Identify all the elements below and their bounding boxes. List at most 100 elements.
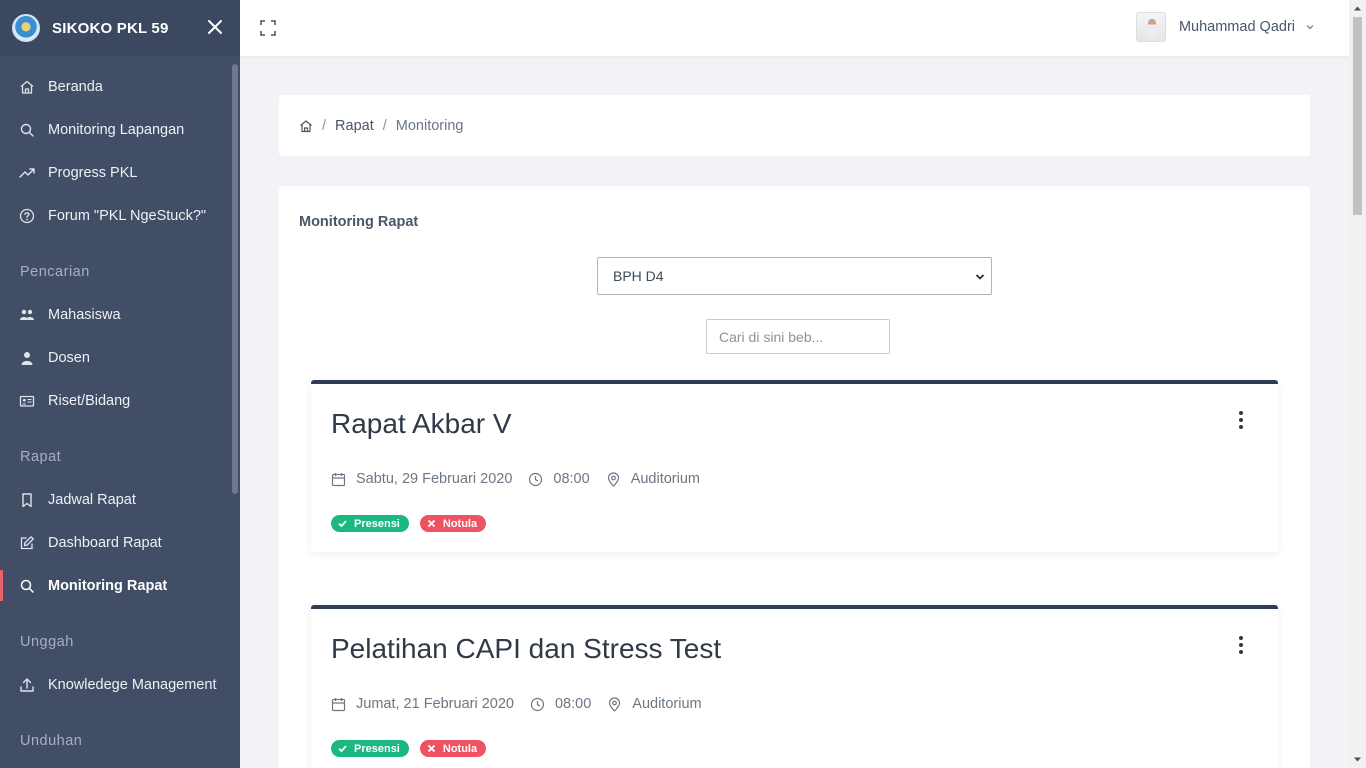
sidebar-section-unggah: Unggah xyxy=(20,633,74,650)
sidebar-item-label: Riset/Bidang xyxy=(48,392,131,409)
sidebar-item-label: Mahasiswa xyxy=(48,306,121,323)
search-input[interactable] xyxy=(706,319,890,354)
presensi-label: Presensi xyxy=(354,742,400,755)
sidebar-nav: Beranda Monitoring Lapangan Progress PKL… xyxy=(0,65,232,762)
sidebar-item-riset-bidang[interactable]: Riset/Bidang xyxy=(0,379,232,422)
notula-label: Notula xyxy=(442,742,478,755)
event-meta: Jumat, 21 Februari 2020 08:00 Auditorium xyxy=(331,696,718,712)
avatar xyxy=(1135,12,1166,42)
breadcrumb-monitoring: Monitoring xyxy=(395,117,464,134)
group-select-value: BPH D4 xyxy=(613,268,664,284)
scrollbar-thumb[interactable] xyxy=(1353,17,1362,215)
more-options-icon[interactable] xyxy=(1236,635,1246,655)
event-place-text: Auditorium xyxy=(630,471,700,487)
sidebar-item-monitoring-rapat[interactable]: Monitoring Rapat xyxy=(0,564,232,607)
location-pin-icon xyxy=(609,696,621,712)
close-sidebar-button[interactable] xyxy=(204,16,226,38)
search-icon xyxy=(18,577,36,595)
fullscreen-button[interactable] xyxy=(259,19,277,37)
event-card: Rapat Akbar V Sabtu, 29 Februari 2020 08… xyxy=(311,380,1278,552)
check-icon xyxy=(338,520,347,528)
chevron-down-icon xyxy=(975,274,985,280)
id-card-icon xyxy=(18,392,36,410)
sidebar-item-label: Knowledege Management xyxy=(48,676,217,693)
event-place: Auditorium xyxy=(607,696,702,712)
app-logo xyxy=(12,14,40,42)
event-time: 08:00 xyxy=(528,471,590,487)
bookmark-icon xyxy=(18,491,36,509)
sidebar-section-rapat: Rapat xyxy=(20,448,62,465)
event-card: Pelatihan CAPI dan Stress Test Jumat, 21… xyxy=(311,605,1278,768)
event-date: Jumat, 21 Februari 2020 xyxy=(331,696,514,712)
sidebar: SIKOKO PKL 59 Beranda Monitoring Lapanga… xyxy=(0,0,240,768)
check-icon xyxy=(338,745,347,753)
close-icon xyxy=(208,20,222,34)
edit-icon xyxy=(18,534,36,552)
presensi-label: Presensi xyxy=(354,517,400,530)
event-title: Rapat Akbar V xyxy=(331,408,512,439)
scroll-up-icon[interactable] xyxy=(1353,4,1362,13)
event-time-text: 08:00 xyxy=(553,471,590,487)
event-badges: Presensi Notula xyxy=(331,515,497,532)
fullscreen-icon xyxy=(260,20,276,36)
event-place: Auditorium xyxy=(606,471,700,487)
sidebar-item-label: Beranda xyxy=(48,78,103,95)
sidebar-section-unduhan: Unduhan xyxy=(20,732,83,749)
page-scrollbar[interactable] xyxy=(1349,0,1366,768)
sidebar-item-monitoring-lapangan[interactable]: Monitoring Lapangan xyxy=(0,108,232,151)
home-icon[interactable] xyxy=(299,119,313,133)
sidebar-item-forum[interactable]: Forum "PKL NgeStuck?" xyxy=(0,194,232,237)
notula-badge[interactable]: Notula xyxy=(419,740,487,757)
user-icon xyxy=(18,349,36,367)
help-circle-icon xyxy=(18,207,36,225)
page-title: Monitoring Rapat xyxy=(299,214,419,230)
sidebar-item-beranda[interactable]: Beranda xyxy=(0,65,232,108)
sidebar-section-pencarian: Pencarian xyxy=(20,263,90,280)
search-icon xyxy=(18,121,36,139)
x-icon xyxy=(427,519,436,528)
event-time-text: 08:00 xyxy=(554,696,592,712)
users-icon xyxy=(18,306,36,324)
sidebar-item-knowledge-management[interactable]: Knowledege Management xyxy=(0,663,232,706)
sidebar-item-mahasiswa[interactable]: Mahasiswa xyxy=(0,293,232,336)
breadcrumb: / Rapat / Monitoring xyxy=(279,95,1310,156)
sidebar-item-progress-pkl[interactable]: Progress PKL xyxy=(0,151,232,194)
clock-icon xyxy=(529,472,543,486)
upload-icon xyxy=(18,676,36,694)
presensi-badge[interactable]: Presensi xyxy=(331,515,409,532)
event-meta: Sabtu, 29 Februari 2020 08:00 Auditorium xyxy=(331,471,716,487)
scroll-down-icon[interactable] xyxy=(1353,755,1362,764)
sidebar-item-label: Monitoring Rapat xyxy=(48,577,168,594)
breadcrumb-rapat[interactable]: Rapat xyxy=(335,118,374,134)
x-icon xyxy=(427,744,436,753)
chevron-down-icon xyxy=(1306,25,1314,30)
sidebar-scrollbar[interactable] xyxy=(232,64,238,494)
sidebar-item-dosen[interactable]: Dosen xyxy=(0,336,232,379)
user-menu[interactable]: Muhammad Qadri xyxy=(1135,12,1315,42)
event-date-text: Jumat, 21 Februari 2020 xyxy=(356,696,514,712)
event-place-text: Auditorium xyxy=(632,696,702,712)
sidebar-item-dashboard-rapat[interactable]: Dashboard Rapat xyxy=(0,521,232,564)
calendar-icon xyxy=(331,472,346,486)
more-options-icon[interactable] xyxy=(1236,410,1246,430)
topbar: Muhammad Qadri xyxy=(240,0,1349,56)
app-title: SIKOKO PKL 59 xyxy=(52,19,169,37)
location-pin-icon xyxy=(607,471,619,487)
sidebar-brand: SIKOKO PKL 59 xyxy=(0,0,240,56)
user-name: Muhammad Qadri xyxy=(1178,19,1295,35)
home-icon xyxy=(18,78,36,96)
group-select[interactable]: BPH D4 xyxy=(597,257,992,295)
presensi-badge[interactable]: Presensi xyxy=(331,740,409,757)
notula-badge[interactable]: Notula xyxy=(419,515,487,532)
sidebar-item-label: Dosen xyxy=(48,349,90,366)
sidebar-item-label: Jadwal Rapat xyxy=(48,491,136,508)
sidebar-item-label: Monitoring Lapangan xyxy=(48,121,185,138)
event-badges: Presensi Notula xyxy=(331,740,497,757)
sidebar-item-label: Dashboard Rapat xyxy=(48,534,162,551)
sidebar-item-label: Progress PKL xyxy=(48,164,138,181)
event-date: Sabtu, 29 Februari 2020 xyxy=(331,471,512,487)
breadcrumb-separator: / xyxy=(322,117,327,134)
breadcrumb-separator: / xyxy=(382,117,387,134)
clock-icon xyxy=(530,697,545,711)
sidebar-item-jadwal-rapat[interactable]: Jadwal Rapat xyxy=(0,478,232,521)
